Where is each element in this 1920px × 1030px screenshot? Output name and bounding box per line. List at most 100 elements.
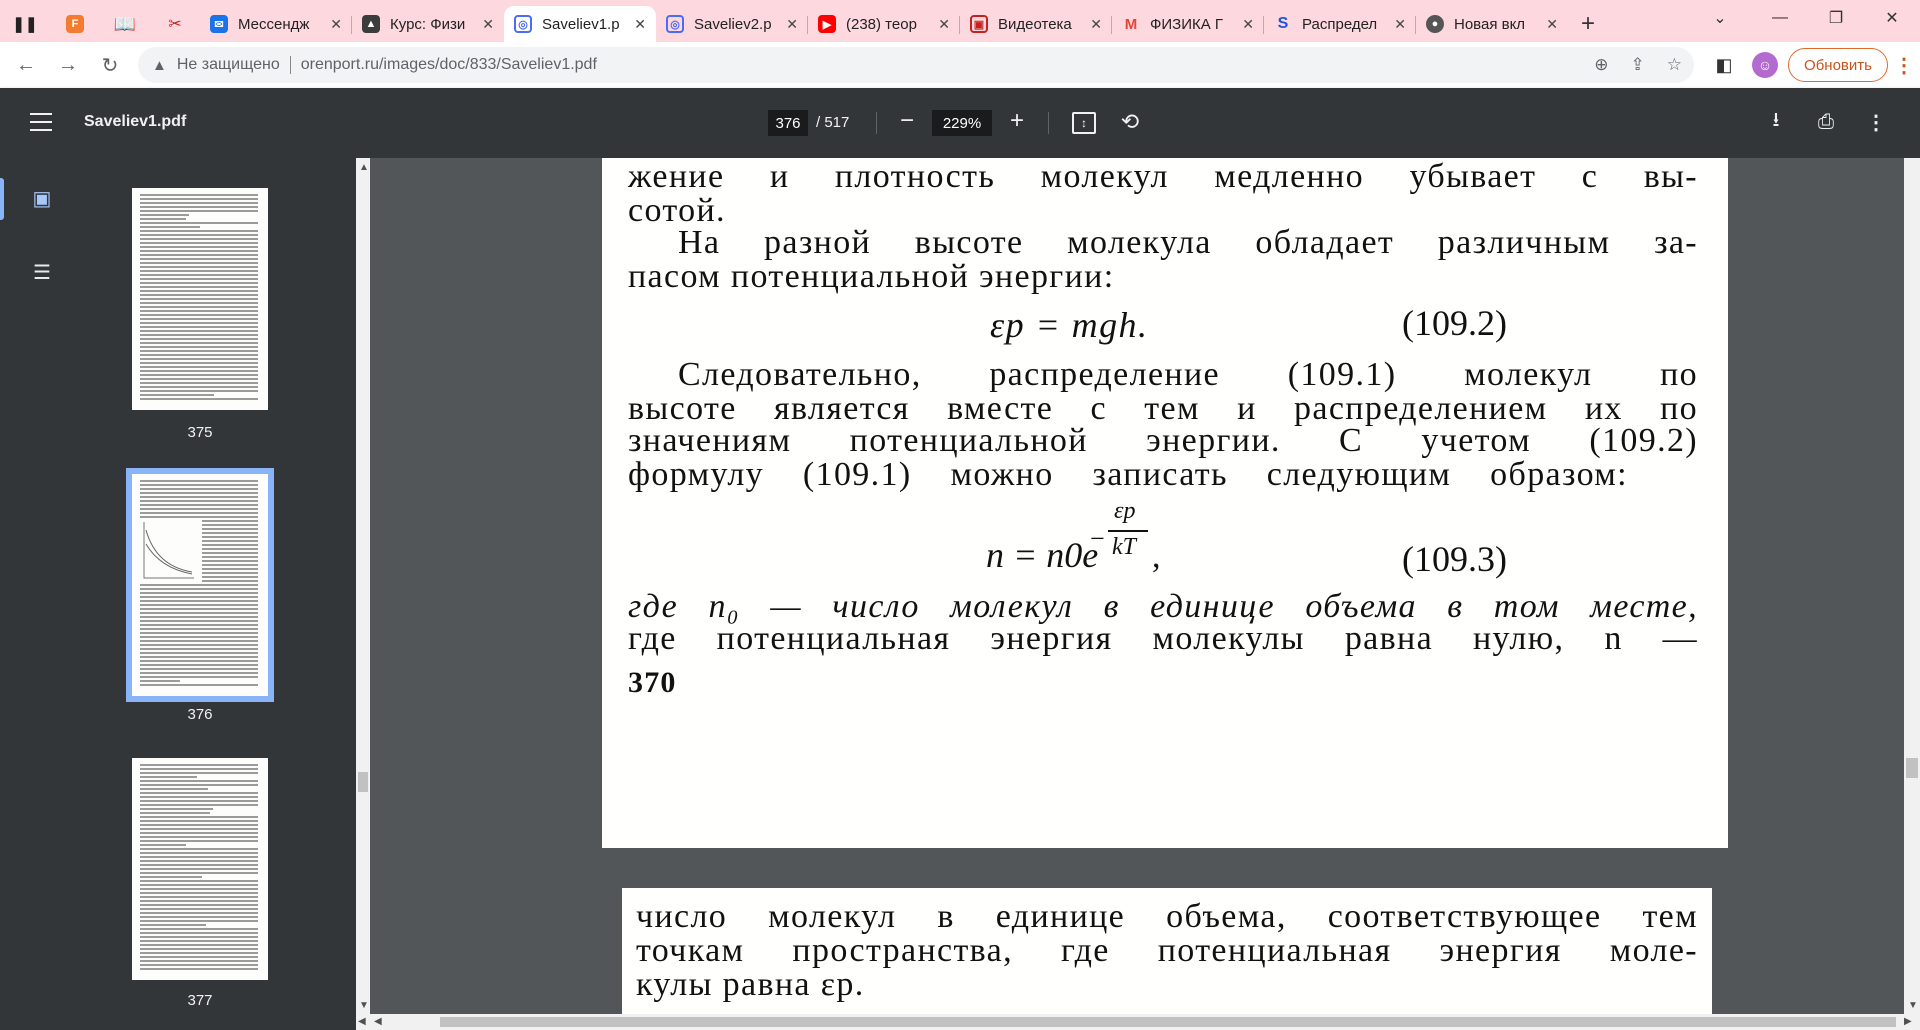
- zoom-out-button[interactable]: −: [892, 106, 922, 136]
- close-icon[interactable]: ✕: [1242, 16, 1254, 33]
- close-icon[interactable]: ✕: [1394, 16, 1406, 33]
- outline-icon[interactable]: ☰: [24, 254, 60, 290]
- close-icon[interactable]: ✕: [938, 16, 950, 33]
- equation-base: n = n0e: [986, 535, 1099, 575]
- thumbnails-icon[interactable]: ▣: [24, 180, 60, 216]
- thumbnail-376[interactable]: [126, 468, 274, 702]
- pdf-page-377: число молекул в единице объема, соответс…: [622, 888, 1712, 1018]
- close-icon[interactable]: ✕: [482, 16, 494, 33]
- close-icon[interactable]: ✕: [1090, 16, 1102, 33]
- close-icon[interactable]: ✕: [634, 16, 646, 33]
- tab-pinned-f[interactable]: F: [50, 6, 100, 42]
- tab-youtube[interactable]: ▶ (238) теор ✕: [808, 6, 960, 42]
- tab-saveliev1[interactable]: ◎ Saveliev1.p ✕: [504, 6, 656, 42]
- thumbnail-label: 375: [187, 424, 213, 441]
- tab-distribution[interactable]: S Распредел ✕: [1264, 6, 1416, 42]
- pdf-page-376: жение и плотность молекул медленно убыва…: [602, 158, 1728, 848]
- back-button[interactable]: ←: [8, 47, 44, 83]
- text-line: жение и плотность молекул медленно убыва…: [628, 158, 1698, 195]
- thumbnail-page-image[interactable]: [132, 758, 268, 980]
- left-scrollbar[interactable]: ▲ ▼: [356, 158, 370, 1014]
- text-line: точкам пространства, где потенциальная э…: [636, 932, 1698, 969]
- bookmark-star-icon[interactable]: ☆: [1667, 55, 1682, 75]
- url-text[interactable]: orenport.ru/images/doc/833/Saveliev1.pdf: [301, 56, 597, 74]
- zoom-in-button[interactable]: +: [1002, 106, 1032, 136]
- equation-number: (109.2): [1402, 303, 1507, 343]
- tab-gmail[interactable]: M ФИЗИКА Г ✕: [1112, 6, 1264, 42]
- print-icon[interactable]: ⎙: [1812, 108, 1840, 136]
- thumbnail-375[interactable]: [132, 188, 268, 410]
- zoom-icon[interactable]: ⊕: [1594, 55, 1608, 75]
- horizontal-scrollbar[interactable]: ◀ ◀ ▶: [356, 1014, 1920, 1030]
- tab-pinned-reader[interactable]: 📖: [100, 6, 150, 42]
- side-panel-icon[interactable]: ◧: [1706, 47, 1742, 83]
- equation-109-2: εp = mgh.: [990, 305, 1149, 345]
- youtube-icon: ▶: [818, 15, 836, 33]
- document-title: Saveliev1.pdf: [84, 113, 187, 130]
- forward-button[interactable]: →: [50, 47, 86, 83]
- tab-pinned-pause[interactable]: ❚❚: [0, 6, 50, 42]
- text-line: кулы равна εp.: [636, 966, 865, 1003]
- zoom-input[interactable]: 229%: [932, 110, 992, 136]
- fit-page-icon[interactable]: ↕: [1072, 112, 1096, 134]
- equation-109-3: n = n0e − εp kT ,: [986, 498, 1161, 575]
- text-line: формулу (109.1) можно записать следующим…: [628, 456, 1628, 493]
- tab-new[interactable]: ● Новая вкл ✕: [1416, 6, 1568, 42]
- tab-video-library[interactable]: ▣ Видеотека ✕: [960, 6, 1112, 42]
- browser-menu-icon[interactable]: ⋮: [1892, 48, 1916, 82]
- text-line: значениям потенциальной энергии. С учето…: [628, 422, 1698, 459]
- page-number: 370: [628, 666, 677, 699]
- tab-pinned-bug[interactable]: ✂: [150, 6, 200, 42]
- avatar[interactable]: ☺: [1752, 52, 1778, 78]
- more-options-icon[interactable]: ⋮: [1862, 108, 1890, 136]
- restore-button[interactable]: ❐: [1806, 0, 1866, 36]
- text-line: На разной высоте молекула обладает разли…: [678, 224, 1698, 261]
- right-scrollbar[interactable]: ▼: [1904, 158, 1920, 1014]
- thumbnail-label: 376: [187, 706, 213, 723]
- thumbnail-page-image[interactable]: [132, 188, 268, 410]
- text-line: Следовательно, распределение (109.1) мол…: [678, 356, 1698, 393]
- video-library-icon: ▣: [970, 15, 988, 33]
- thumbnail-page-image[interactable]: [126, 468, 274, 702]
- book-icon: 📖: [113, 13, 137, 34]
- close-icon[interactable]: ✕: [786, 16, 798, 33]
- text-line: пасом потенциальной энергии:: [628, 258, 1115, 295]
- thumbnail-sidebar: 375 376 377: [84, 158, 356, 1030]
- close-icon[interactable]: ✕: [330, 16, 342, 33]
- new-tab-button[interactable]: +: [1568, 6, 1608, 42]
- tab-search-icon[interactable]: ⌄: [1690, 0, 1750, 36]
- download-icon[interactable]: ⭳: [1762, 108, 1790, 136]
- thumbnail-377[interactable]: [132, 758, 268, 980]
- omnibox[interactable]: ▲ Не защищено orenport.ru/images/doc/833…: [138, 47, 1694, 83]
- close-icon[interactable]: ✕: [1546, 16, 1558, 33]
- equation-number: (109.3): [1402, 539, 1507, 579]
- horizontal-scroll-thumb[interactable]: [440, 1017, 1896, 1027]
- tab-strip: ❚❚ F 📖 ✂ ✉ Мессендж ✕ ▲ Курс: Физи ✕ ◎ Saveli…: [0, 0, 1920, 42]
- share-icon[interactable]: ⇪: [1631, 55, 1645, 75]
- tab-messenger[interactable]: ✉ Мессендж ✕: [200, 6, 352, 42]
- text-line: число молекул в единице объема, соответс…: [636, 898, 1698, 935]
- gmail-icon: M: [1124, 15, 1138, 33]
- rotate-icon[interactable]: ⟲: [1116, 108, 1144, 136]
- pause-icon: ❚❚: [12, 16, 38, 33]
- thumbnail-label: 377: [187, 992, 213, 1009]
- reload-button[interactable]: ↻: [92, 47, 128, 83]
- page-number-input[interactable]: 376: [768, 110, 808, 136]
- security-label[interactable]: Не защищено: [177, 56, 280, 74]
- update-button[interactable]: Обновить: [1788, 48, 1888, 82]
- pdf-icon: ◎: [666, 15, 684, 33]
- minimize-button[interactable]: —: [1750, 0, 1810, 36]
- menu-icon[interactable]: [30, 110, 52, 134]
- text-line: где потенциальная энергия молекулы равна…: [628, 620, 1698, 657]
- exponent-denominator: kT: [1112, 534, 1136, 560]
- exponent-numerator: εp: [1114, 498, 1136, 524]
- page-total: / 517: [816, 114, 850, 131]
- warning-icon[interactable]: ▲: [152, 57, 167, 74]
- tab-saveliev2[interactable]: ◎ Saveliev2.p ✕: [656, 6, 808, 42]
- pdf-toolbar: Saveliev1.pdf 376 / 517 − 229% + ↕ ⟲ ⭳ ⎙…: [0, 88, 1920, 158]
- s-icon: S: [1277, 15, 1289, 32]
- close-window-button[interactable]: ✕: [1862, 0, 1920, 36]
- pdf-viewer[interactable]: ▲ ▼ жение и плотность молекул медленно у…: [356, 158, 1920, 1030]
- graduation-cap-icon: ▲: [362, 15, 380, 33]
- tab-course[interactable]: ▲ Курс: Физи ✕: [352, 6, 504, 42]
